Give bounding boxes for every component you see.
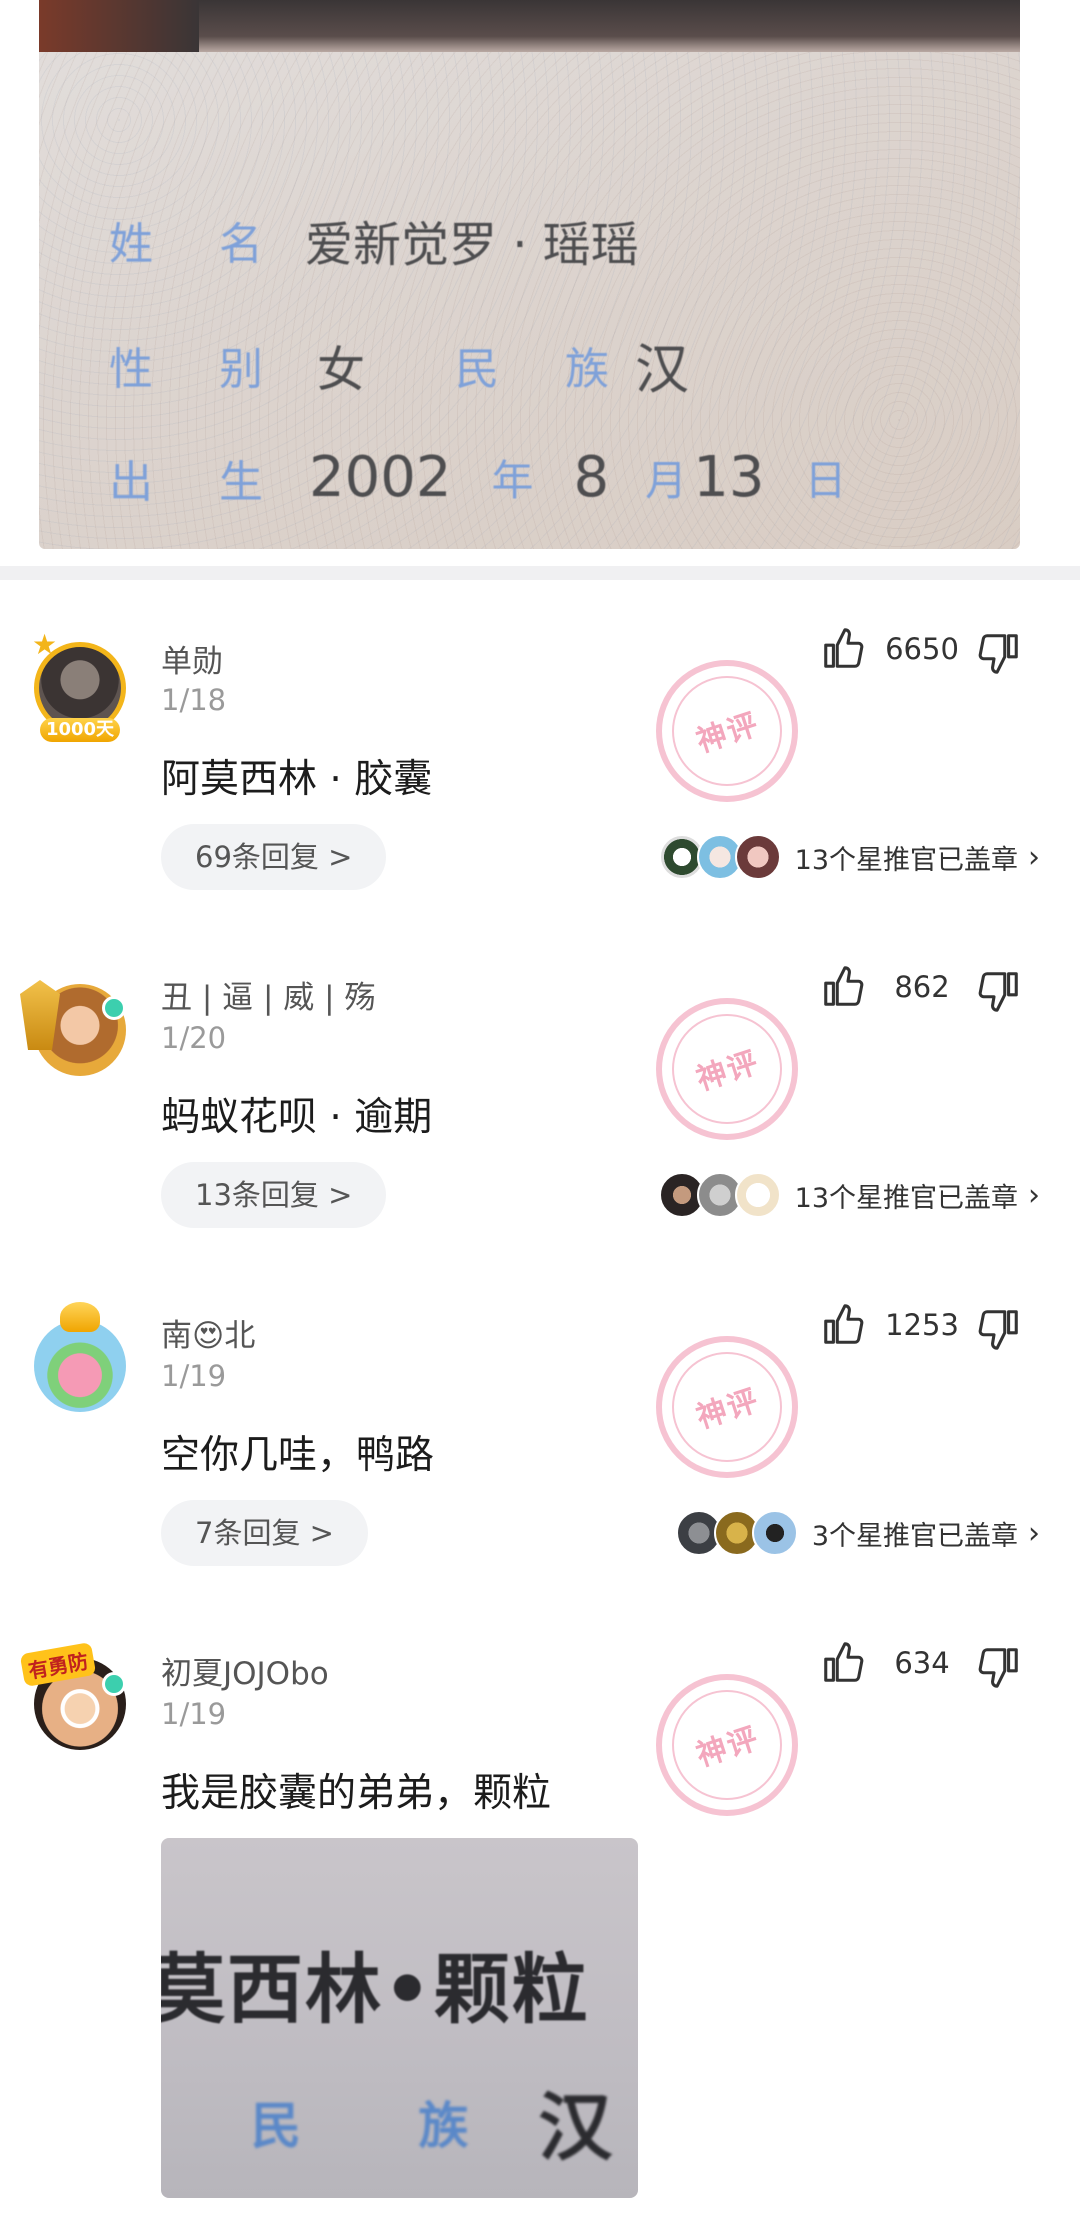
smiling-face-heart-eyes-icon: 😍 bbox=[192, 1318, 225, 1354]
avatar[interactable]: ★ 1000天 bbox=[32, 628, 126, 742]
comment-date: 1/19 bbox=[161, 1697, 227, 1731]
watermark-stamp: 神评 bbox=[652, 1332, 802, 1482]
id-birth-month: 8 bbox=[573, 445, 610, 510]
username-part: 北 bbox=[224, 1318, 256, 1354]
chevron-right-icon: › bbox=[1028, 1515, 1040, 1551]
id-year-unit: 年 bbox=[491, 456, 534, 505]
like-count: 6650 bbox=[885, 632, 959, 666]
thumbs-up-icon[interactable] bbox=[820, 1640, 866, 1686]
id-gender-value: 女 bbox=[317, 341, 366, 398]
avatar-face bbox=[34, 1320, 126, 1412]
online-status-dot bbox=[102, 1672, 126, 1696]
id-name-value: 爱新觉罗 · 瑶瑶 bbox=[305, 217, 639, 273]
section-divider bbox=[0, 566, 1080, 580]
watermark-stamp: 神评 bbox=[652, 656, 802, 806]
comment-text[interactable]: 空你几哇，鸭路 bbox=[161, 1424, 434, 1480]
stamp-text: 13个星推官已盖章 bbox=[794, 1182, 1018, 1214]
id-birth-year: 2002 bbox=[309, 445, 452, 510]
thumbs-down-icon[interactable] bbox=[976, 1306, 1022, 1352]
id-card-photo[interactable]: 姓 名 爱新觉罗 · 瑶瑶 性 别 女 民 族 汉 出 生 2002 年 8 月… bbox=[39, 0, 1020, 549]
crown-icon: ★ bbox=[32, 628, 58, 661]
stamp-row[interactable]: 13个星推官已盖章 › bbox=[658, 832, 1040, 882]
id-day-unit: 日 bbox=[804, 456, 847, 505]
watermark-stamp: 神评 bbox=[652, 994, 802, 1144]
avatar-badge: 1000天 bbox=[40, 718, 120, 742]
stamp-avatar bbox=[734, 834, 781, 880]
comment-image[interactable]: 莫西林•颗粒 民 族 汉 bbox=[161, 1838, 638, 2198]
wings-badge-icon bbox=[60, 1302, 100, 1332]
id-name-row: 姓 名 爱新觉罗 · 瑶瑶 bbox=[109, 205, 639, 275]
thumbs-down-icon[interactable] bbox=[976, 630, 1022, 676]
id-gender-label: 性 别 bbox=[109, 343, 289, 395]
thumbs-down-icon[interactable] bbox=[976, 968, 1022, 1014]
comment-text[interactable]: 蚂蚁花呗 · 逾期 bbox=[161, 1086, 432, 1142]
stamp-avatar bbox=[751, 1510, 798, 1556]
replies-button[interactable]: 69条回复 > bbox=[161, 824, 387, 890]
comment-username[interactable]: 丑 | 逼 | 威 | 殇 bbox=[161, 972, 375, 1017]
stamp-text: 13个星推官已盖章 bbox=[794, 844, 1018, 876]
id-ethnic-value: 汉 bbox=[635, 338, 690, 401]
stamp-avatar bbox=[734, 1172, 781, 1218]
id-birth-label: 出 生 bbox=[109, 456, 289, 508]
comment-username[interactable]: 单勋 bbox=[161, 636, 223, 681]
id-ethnic-label: 民 族 bbox=[455, 343, 636, 395]
stamp-row[interactable]: 3个星推官已盖章 › bbox=[675, 1508, 1040, 1558]
replies-button[interactable]: 7条回复 > bbox=[161, 1500, 368, 1566]
watermark-stamp: 神评 bbox=[652, 1670, 802, 1820]
image-ethnic-label: 民 族 bbox=[251, 2096, 519, 2155]
username-part: 南 bbox=[161, 1318, 192, 1354]
online-status-dot bbox=[102, 996, 126, 1020]
comment-text[interactable]: 阿莫西林 · 胶囊 bbox=[161, 748, 432, 804]
avatar[interactable]: 有勇防 bbox=[19, 1641, 126, 1750]
comment-username[interactable]: 初夏JOJObo bbox=[161, 1648, 329, 1693]
comment-date: 1/18 bbox=[161, 683, 227, 717]
thumbs-down-icon[interactable] bbox=[976, 1644, 1022, 1690]
avatar[interactable] bbox=[20, 980, 126, 1076]
id-birth-day: 13 bbox=[693, 445, 765, 510]
stamp-text: 3个星推官已盖章 bbox=[811, 1520, 1018, 1552]
avatar[interactable] bbox=[34, 1302, 126, 1412]
image-text-line: 莫西林•颗粒 bbox=[161, 1945, 590, 2034]
thumbs-up-icon[interactable] bbox=[820, 964, 866, 1010]
comment-username[interactable]: 南😍北 bbox=[161, 1310, 255, 1355]
comment-date: 1/19 bbox=[161, 1359, 227, 1393]
thumbs-up-icon[interactable] bbox=[820, 626, 866, 672]
like-count: 1253 bbox=[885, 1308, 959, 1342]
photo-top-edge bbox=[39, 0, 1020, 52]
like-count: 634 bbox=[894, 1646, 950, 1680]
thumbs-up-icon[interactable] bbox=[820, 1302, 866, 1348]
id-gender-row: 性 别 女 民 族 汉 bbox=[109, 325, 689, 404]
comment-date: 1/20 bbox=[161, 1021, 227, 1055]
id-month-unit: 月 bbox=[645, 456, 688, 505]
id-name-label: 姓 名 bbox=[109, 219, 289, 270]
stamp-row[interactable]: 13个星推官已盖章 › bbox=[658, 1170, 1040, 1220]
id-birth-row: 出 生 2002 年 8 月 13 日 bbox=[109, 445, 846, 510]
chevron-right-icon: › bbox=[1028, 839, 1040, 875]
chevron-right-icon: › bbox=[1028, 1177, 1040, 1213]
comment-text[interactable]: 我是胶囊的弟弟，颗粒 bbox=[161, 1762, 551, 1818]
like-count: 862 bbox=[894, 970, 950, 1004]
image-ethnic-value: 汉 bbox=[538, 2085, 613, 2171]
replies-button[interactable]: 13条回复 > bbox=[161, 1162, 387, 1228]
image-ethnic-row: 民 族 汉 bbox=[251, 2068, 612, 2175]
